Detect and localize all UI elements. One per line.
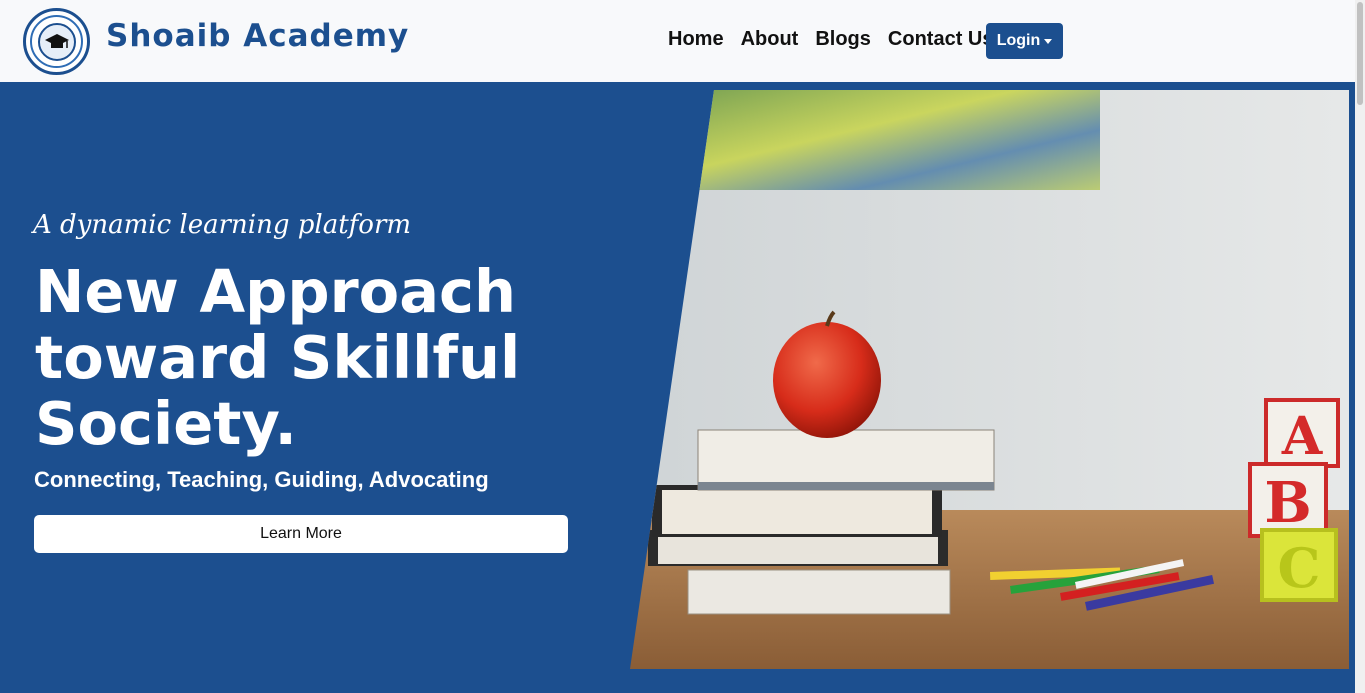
nav-link-contact[interactable]: Contact Us [888,28,994,51]
academy-logo-icon[interactable] [23,8,90,75]
scrollbar-thumb[interactable] [1357,2,1363,105]
headline-line-1: New Approach [35,257,516,326]
hero-subline: Connecting, Teaching, Guiding, Advocatin… [34,467,489,492]
main-nav: Home About Blogs Contact Us [668,28,1010,51]
page-scrollbar[interactable] [1355,0,1365,693]
nav-link-home[interactable]: Home [668,28,724,51]
nav-link-blogs[interactable]: Blogs [815,28,871,51]
nav-link-about[interactable]: About [741,28,799,51]
brand-name[interactable]: Shoaib Academy [106,18,409,54]
caret-down-icon [1044,38,1053,44]
block-letter-b: B [1264,470,1311,536]
login-dropdown-button[interactable]: Login [986,23,1063,59]
headline-line-2: toward Skillful [35,323,521,392]
learn-more-button[interactable]: Learn More [34,515,568,553]
hero-headline: New Approach toward Skillful Society. [35,259,635,457]
navbar: Shoaib Academy Home About Blogs Contact … [0,0,1355,82]
hero-tagline: A dynamic learning platform [33,210,412,240]
block-letter-a: A [1281,406,1323,467]
login-label: Login [996,32,1041,49]
hero-section: A dynamic learning platform New Approach… [0,82,1355,693]
hero-photo: A B C [630,90,1349,669]
block-letter-c: C [1278,536,1321,600]
headline-line-3: Society. [35,389,297,458]
